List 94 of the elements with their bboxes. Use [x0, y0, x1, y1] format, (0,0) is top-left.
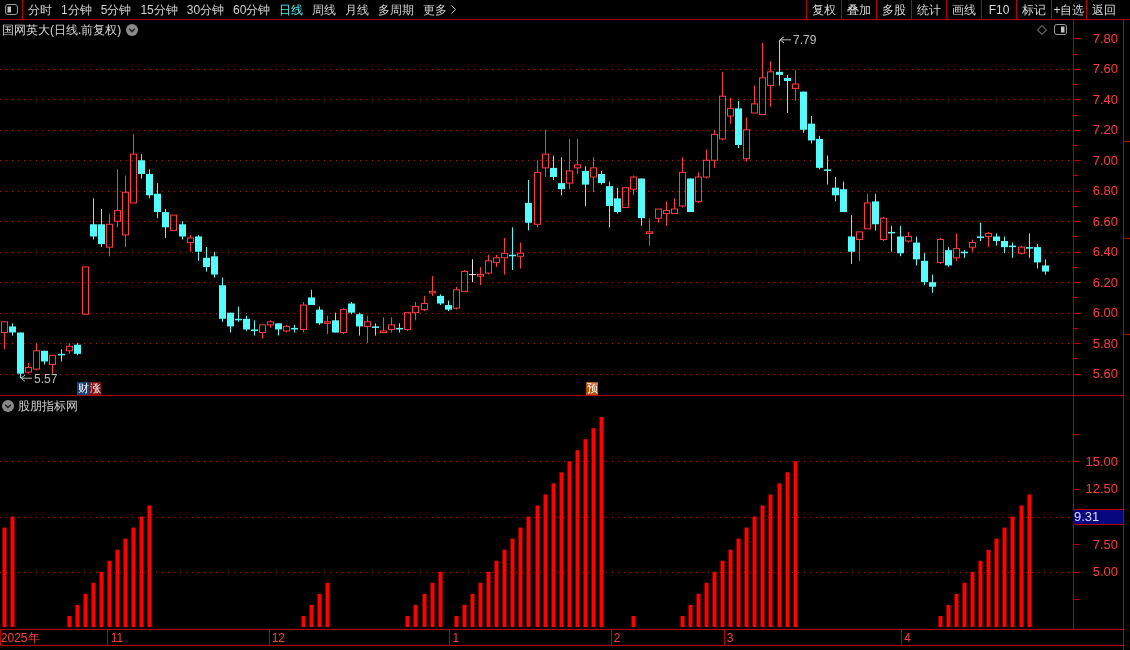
- price-axis-label: 7.60: [1092, 61, 1118, 77]
- indicator-bar: [405, 615, 410, 627]
- indicator-bar: [462, 604, 467, 627]
- chevron-right-icon: [451, 5, 457, 14]
- date-label: 2025年: [0, 631, 40, 645]
- indicator-bar: [631, 615, 636, 627]
- period-tab[interactable]: 60分钟: [233, 3, 271, 16]
- indicator-bar: [704, 582, 709, 627]
- date-label: 3: [726, 631, 734, 645]
- indicator-bar: [107, 560, 112, 627]
- period-tab[interactable]: 分时: [28, 3, 52, 16]
- indicator-bar: [438, 571, 443, 627]
- indicator-bar: [688, 604, 693, 627]
- current-value-label: 9.31: [1073, 508, 1123, 525]
- panel-icon: [1054, 24, 1067, 35]
- indicator-bar: [454, 615, 459, 627]
- panel-icon: [4, 4, 18, 15]
- price-axis-label: 5.80: [1092, 335, 1118, 351]
- price-axis-label: 7.00: [1092, 152, 1118, 168]
- indicator-bar: [978, 560, 983, 627]
- indicator-bar: [317, 593, 322, 627]
- date-label: 11: [110, 631, 124, 645]
- indicator-axis-label: 5.00: [1092, 564, 1118, 580]
- toolbar-button[interactable]: 画线: [946, 0, 981, 19]
- indicator-bar: [946, 604, 951, 627]
- indicator-bar: [430, 582, 435, 627]
- indicator-bar: [494, 560, 499, 627]
- chevron-down-icon[interactable]: [126, 24, 139, 36]
- chart-title: 国网英大(日线.前复权): [2, 23, 122, 37]
- indicator-bar: [938, 615, 943, 627]
- toolbar-button[interactable]: F10: [981, 0, 1016, 19]
- indicator-bar: [962, 582, 967, 627]
- period-tab[interactable]: 日线: [279, 3, 304, 16]
- period-tab[interactable]: 多周期: [378, 3, 415, 16]
- price-axis-label: 6.00: [1092, 305, 1118, 321]
- price-axis-label: 7.80: [1092, 30, 1118, 46]
- indicator-bar: [422, 593, 427, 627]
- price-axis-label: 6.60: [1092, 213, 1118, 229]
- toolbar-button[interactable]: 复权: [806, 0, 841, 19]
- price-axis-label: 6.80: [1092, 183, 1118, 199]
- price-axis-label: 7.20: [1092, 122, 1118, 138]
- period-tab[interactable]: 周线: [312, 3, 337, 16]
- date-label: 4: [904, 631, 911, 645]
- indicator-bar: [696, 593, 701, 627]
- high-price-label: 7.79: [793, 33, 817, 48]
- price-axis-label: 6.20: [1092, 274, 1118, 290]
- indicator-bar: [470, 593, 475, 627]
- date-label: 1: [452, 631, 460, 645]
- period-tab[interactable]: 1分钟: [61, 3, 92, 16]
- toolbar-button[interactable]: 叠加: [841, 0, 876, 19]
- indicator-axis-label: 15.00: [1085, 453, 1118, 469]
- event-tag[interactable]: 预: [586, 382, 598, 395]
- indicator-bar: [954, 593, 959, 627]
- event-tag[interactable]: 涨: [89, 382, 101, 395]
- price-axis-label: 5.60: [1092, 366, 1118, 382]
- indicator-bar: [83, 593, 88, 627]
- indicator-bar: [325, 582, 330, 627]
- toolbar-button[interactable]: 标记: [1016, 0, 1051, 19]
- indicator-bar: [75, 604, 80, 627]
- indicator-axis-label: 12.50: [1085, 481, 1118, 497]
- indicator-bar: [720, 560, 725, 627]
- indicator-bar: [91, 582, 96, 627]
- indicator-bar: [309, 604, 314, 627]
- period-tab[interactable]: 月线: [345, 3, 370, 16]
- toolbar-button[interactable]: 返回: [1086, 0, 1121, 19]
- candlestick: [82, 266, 89, 315]
- date-label: 12: [271, 631, 285, 645]
- candlestick: [525, 179, 532, 231]
- indicator-axis-label: 7.50: [1092, 536, 1118, 552]
- date-label: 2: [613, 631, 621, 645]
- indicator-bar: [301, 615, 306, 627]
- toolbar-button[interactable]: +自选: [1051, 0, 1086, 19]
- left-arrow-icon: [779, 36, 792, 44]
- price-axis-label: 7.40: [1092, 91, 1118, 107]
- price-axis-label: 6.40: [1092, 244, 1118, 260]
- indicator-bar: [680, 615, 685, 627]
- period-tab[interactable]: 30分钟: [186, 3, 225, 16]
- more-menu-button[interactable]: 更多: [423, 3, 457, 16]
- indicator-bar: [99, 571, 104, 627]
- period-tab[interactable]: 5分钟: [100, 3, 132, 16]
- indicator-bar: [67, 615, 72, 627]
- indicator-bar: [486, 571, 491, 627]
- indicator-bar: [712, 571, 717, 627]
- left-arrow-icon: [20, 374, 33, 382]
- indicator-bar: [478, 582, 483, 627]
- toolbar-button[interactable]: 多股: [876, 0, 911, 19]
- low-price-label: 5.57: [34, 371, 58, 386]
- indicator-bar: [413, 604, 418, 627]
- event-tag[interactable]: 财: [77, 382, 89, 395]
- indicator-title: 股朋指标网: [18, 399, 78, 413]
- indicator-bar: [970, 571, 975, 627]
- chevron-down-icon[interactable]: [2, 400, 14, 412]
- period-tab[interactable]: 15分钟: [140, 3, 178, 16]
- toolbar-button[interactable]: 统计: [911, 0, 946, 19]
